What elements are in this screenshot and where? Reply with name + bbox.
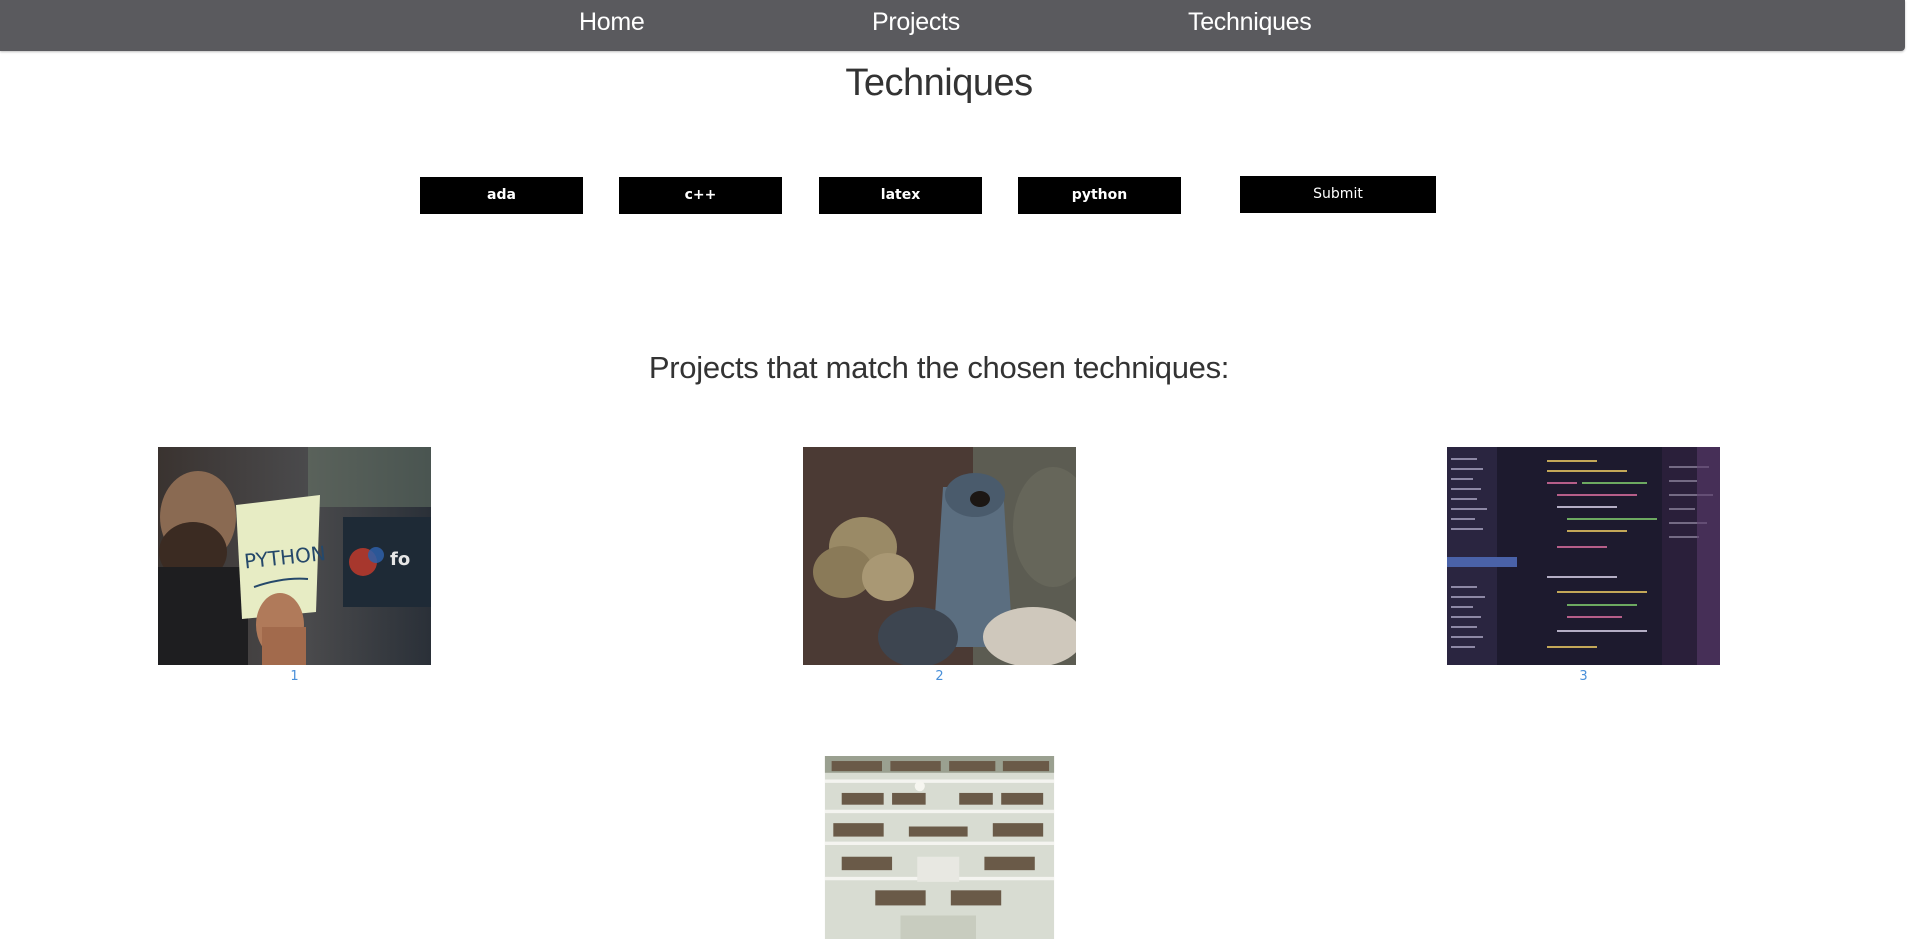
- technique-button-python[interactable]: python: [1018, 177, 1181, 214]
- top-nav-bar: Home Projects Techniques: [0, 0, 1905, 51]
- project-card-3[interactable]: 3: [1447, 447, 1720, 684]
- project-link-2[interactable]: 2: [803, 669, 1076, 684]
- nav-link-techniques[interactable]: Techniques: [1188, 6, 1312, 38]
- project-card-2[interactable]: 2: [803, 447, 1076, 684]
- technique-button-cpp[interactable]: c++: [619, 177, 782, 214]
- project-link-1[interactable]: 1: [158, 669, 431, 684]
- technique-button-ada[interactable]: ada: [420, 177, 583, 214]
- project-card-1[interactable]: fo PYTHON 1: [158, 447, 431, 684]
- submit-button[interactable]: Submit: [1240, 176, 1436, 213]
- project-card-4[interactable]: [803, 756, 1076, 939]
- page-title: Techniques: [845, 62, 1033, 104]
- results-heading: Projects that match the chosen technique…: [648, 350, 1230, 385]
- library-atrium-image[interactable]: [803, 756, 1076, 939]
- yarn-spools-image[interactable]: [803, 447, 1076, 665]
- svg-text:fo: fo: [390, 549, 410, 570]
- technique-button-latex[interactable]: latex: [819, 177, 982, 214]
- project-link-3[interactable]: 3: [1447, 669, 1720, 684]
- code-editor-screen-image[interactable]: [1447, 447, 1720, 665]
- nav-link-home[interactable]: Home: [579, 6, 645, 38]
- python-sticky-note-image[interactable]: fo PYTHON: [158, 447, 431, 665]
- nav-link-projects[interactable]: Projects: [872, 6, 960, 38]
